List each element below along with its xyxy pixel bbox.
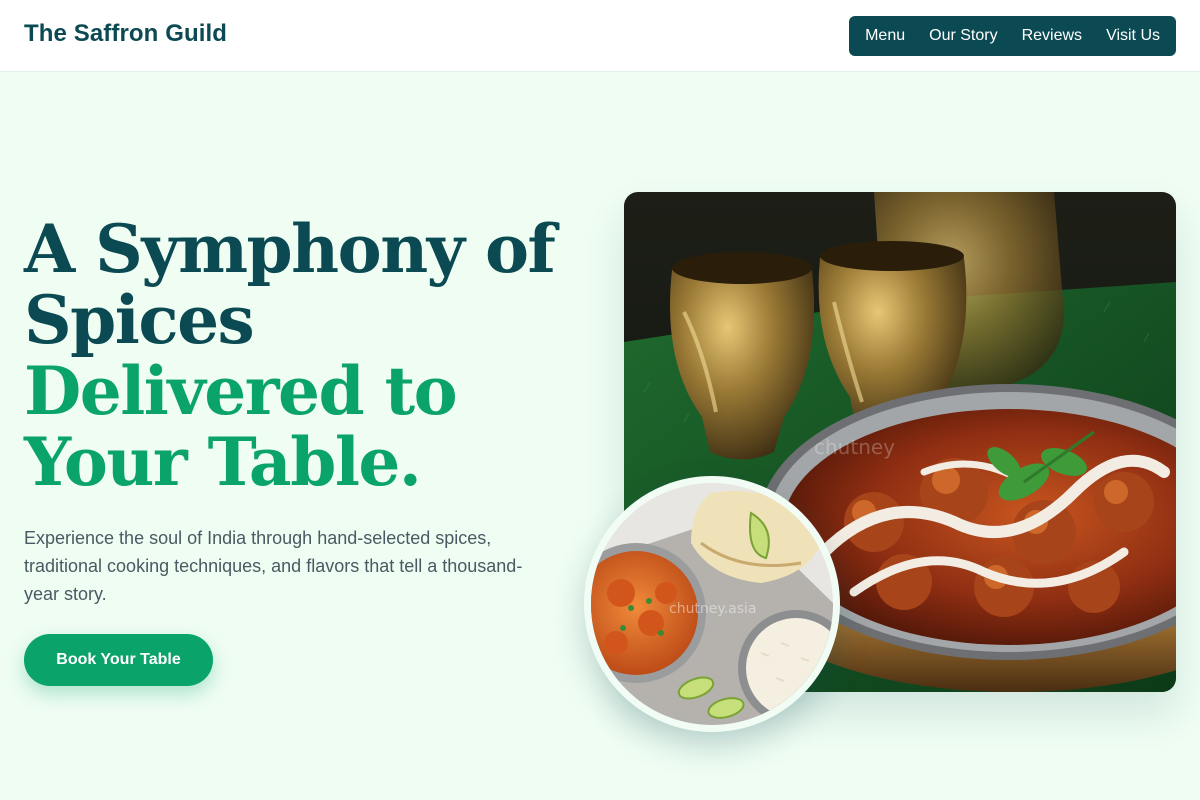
nav-link-reviews[interactable]: Reviews [1022,27,1082,45]
main-nav: Menu Our Story Reviews Visit Us [849,16,1176,56]
nav-link-our-story[interactable]: Our Story [929,27,997,45]
image-watermark: chutney [814,435,895,459]
hero-title: A Symphony of Spices Delivered to Your T… [24,214,584,498]
inset-food-photo: chutney.asia [584,476,840,732]
butter-chicken-illustration: chutney.asia [591,483,833,725]
hero-title-line: Spices [24,281,255,359]
hero-title-highlight: Your Table. [24,423,422,501]
hero-title-line: A Symphony of [24,210,556,288]
hero-title-highlight: Delivered to [24,352,458,430]
hero-description: Experience the soul of India through han… [24,528,523,604]
image-watermark: chutney.asia [669,601,757,617]
book-table-button[interactable]: Book Your Table [24,634,213,686]
nav-link-menu[interactable]: Menu [865,27,905,45]
site-header: The Saffron Guild Menu Our Story Reviews… [0,0,1200,72]
nav-link-visit-us[interactable]: Visit Us [1106,27,1160,45]
brand-logo-text[interactable]: The Saffron Guild [24,20,227,48]
